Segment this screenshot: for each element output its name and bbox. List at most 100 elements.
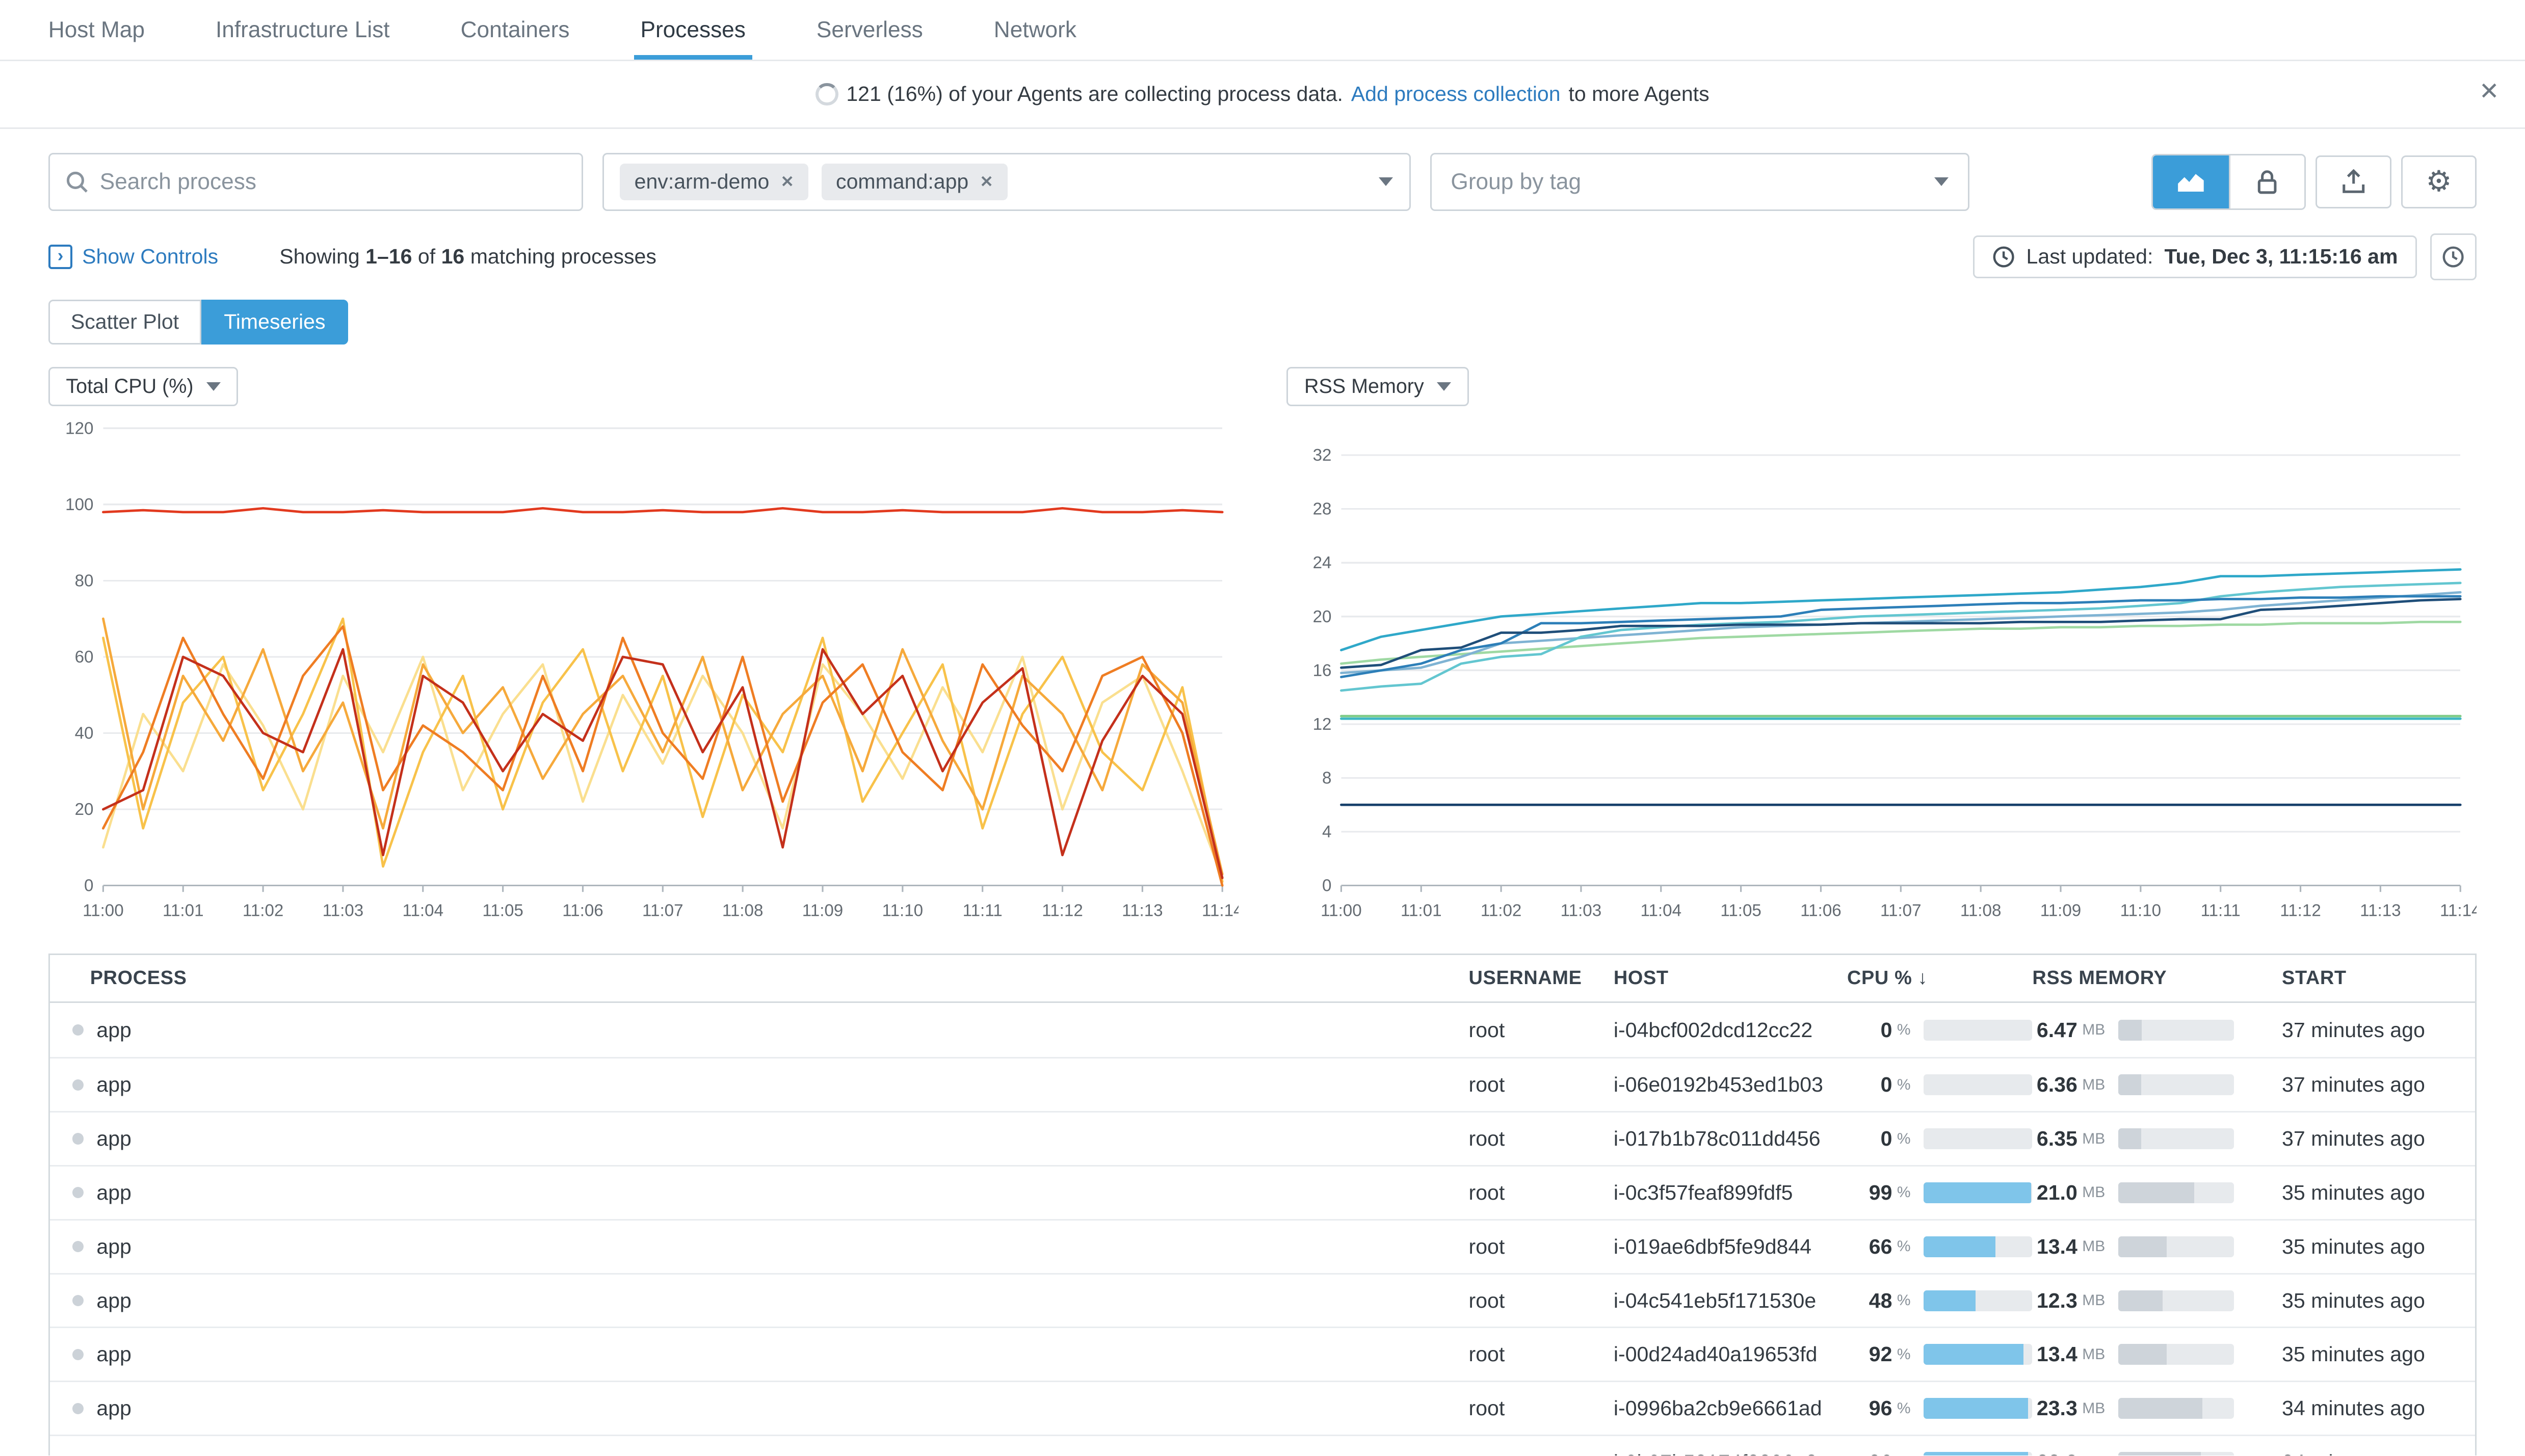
table-row[interactable]: approoti-0c3f57feaf899fdf599%21.0MB35 mi… (50, 1165, 2475, 1219)
username-cell: root (1469, 1018, 1614, 1042)
nav-item-host-map[interactable]: Host Map (13, 0, 180, 60)
column-header-rss-memory[interactable]: RSS MEMORY (2032, 967, 2282, 989)
process-cell: app (50, 1450, 1469, 1455)
svg-text:20: 20 (1313, 607, 1332, 626)
column-header-host[interactable]: HOST (1614, 967, 1847, 989)
cpu-bar (1924, 1290, 2032, 1311)
rss: 22.8MB (2032, 1450, 2282, 1455)
settings-button[interactable]: ⚙ (2401, 155, 2477, 208)
svg-text:11:12: 11:12 (2280, 902, 2322, 920)
svg-text:11:06: 11:06 (1801, 902, 1842, 920)
cpu-chart-panel: Total CPU (%) 02040608010012011:0011:011… (48, 367, 1239, 928)
nav-item-serverless[interactable]: Serverless (781, 0, 958, 60)
memory-chart-panel: RSS Memory 04812162024283211:0011:0111:0… (1286, 367, 2477, 928)
cpu: 96% (1847, 1450, 2032, 1455)
process-name: app (96, 1450, 131, 1455)
start-cell: 37 minutes ago (2282, 1073, 2475, 1097)
svg-text:11:07: 11:07 (1880, 902, 1922, 920)
remove-tag-icon[interactable]: ✕ (980, 172, 993, 191)
banner-suffix: to more Agents (1568, 82, 1709, 106)
process-status-dot (72, 1403, 84, 1414)
show-controls-label: Show Controls (82, 245, 218, 269)
rss-bar (2118, 1398, 2234, 1419)
svg-text:11:08: 11:08 (722, 902, 764, 920)
tag-pill: env:arm-demo✕ (620, 164, 808, 200)
export-button[interactable] (2316, 155, 2391, 208)
process-status-dot (72, 1187, 84, 1198)
rss-value: 6.35 (2032, 1127, 2077, 1151)
nav-item-processes[interactable]: Processes (605, 0, 781, 60)
column-header-cpu-[interactable]: CPU % ↓ (1847, 967, 2032, 989)
cpu-value: 66 (1847, 1235, 1892, 1259)
rss-unit: MB (2082, 1184, 2105, 1201)
cpu-timeseries-chart[interactable]: 02040608010012011:0011:0111:0211:0311:04… (48, 415, 1239, 928)
nav-item-network[interactable]: Network (958, 0, 1112, 60)
rss: 12.3MB (2032, 1289, 2282, 1313)
host-cell: i-0b97b58174f8206a8 (1614, 1450, 1847, 1455)
memory-metric-label: RSS Memory (1304, 375, 1424, 398)
table-row[interactable]: approoti-0996ba2cb9e6661ad96%23.3MB34 mi… (50, 1381, 2475, 1435)
chevron-down-icon (206, 382, 221, 391)
svg-text:11:14: 11:14 (2440, 902, 2477, 920)
timeseries-tab[interactable]: Timeseries (201, 300, 348, 345)
memory-timeseries-chart[interactable]: 04812162024283211:0011:0111:0211:0311:04… (1286, 415, 2477, 928)
nav-item-infrastructure-list[interactable]: Infrastructure List (180, 0, 426, 60)
column-header-process[interactable]: PROCESS (50, 967, 1469, 989)
table-row[interactable]: approoti-04c541eb5f171530e48%12.3MB35 mi… (50, 1273, 2475, 1327)
show-controls-link[interactable]: › Show Controls (48, 245, 218, 269)
table-row[interactable]: approoti-017b1b78c011dd4560%6.35MB37 min… (50, 1111, 2475, 1165)
tag-pill: command:app✕ (822, 164, 1008, 200)
search-process-box[interactable] (48, 153, 583, 211)
cpu-bar (1924, 1398, 2032, 1419)
scatter-plot-tab[interactable]: Scatter Plot (48, 300, 201, 345)
tag-filter-dropdown[interactable]: env:arm-demo✕ command:app✕ (602, 153, 1411, 211)
table-row[interactable]: approoti-06e0192b453ed1b030%6.36MB37 min… (50, 1057, 2475, 1111)
rss-value: 13.4 (2032, 1235, 2077, 1259)
close-icon[interactable]: ✕ (2479, 77, 2500, 105)
nav-item-containers[interactable]: Containers (425, 0, 605, 60)
process-name: app (96, 1342, 131, 1366)
svg-text:11:07: 11:07 (642, 902, 683, 920)
username-cell: root (1469, 1127, 1614, 1151)
column-header-start[interactable]: START (2282, 967, 2475, 989)
search-input[interactable] (100, 169, 565, 195)
process-status-dot (72, 1295, 84, 1306)
process-table: PROCESSUSERNAMEHOSTCPU % ↓RSS MEMORYSTAR… (48, 954, 2477, 1455)
svg-text:100: 100 (65, 495, 93, 514)
table-row[interactable]: approoti-0b97b58174f8206a896%22.8MB34 mi… (50, 1435, 2475, 1455)
svg-text:11:11: 11:11 (962, 902, 1002, 920)
chevron-down-icon (1437, 382, 1451, 391)
cpu: 0% (1847, 1018, 2032, 1042)
lock-view-button[interactable] (2229, 155, 2304, 208)
process-cell: app (50, 1181, 1469, 1205)
metric-selector-cpu[interactable]: Total CPU (%) (48, 367, 239, 406)
process-cell: app (50, 1073, 1469, 1097)
svg-text:11:13: 11:13 (1122, 902, 1163, 920)
column-header-username[interactable]: USERNAME (1469, 967, 1614, 989)
rss: 13.4MB (2032, 1235, 2282, 1259)
remove-tag-icon[interactable]: ✕ (780, 172, 794, 191)
process-name: app (96, 1396, 131, 1420)
svg-text:11:08: 11:08 (1960, 902, 2002, 920)
rss-bar (2118, 1344, 2234, 1365)
svg-text:0: 0 (84, 877, 93, 895)
svg-text:11:02: 11:02 (1481, 902, 1522, 920)
timeseries-view-button[interactable] (2153, 155, 2228, 208)
refresh-history-button[interactable] (2430, 233, 2477, 280)
add-process-collection-link[interactable]: Add process collection (1351, 82, 1561, 106)
metric-selector-memory[interactable]: RSS Memory (1286, 367, 1468, 406)
chart-toolbar: ⚙ (2151, 154, 2477, 210)
cpu: 99% (1847, 1181, 2032, 1205)
process-status-dot (72, 1133, 84, 1144)
cpu-metric-label: Total CPU (%) (66, 375, 193, 398)
rss-bar (2118, 1020, 2234, 1041)
search-icon (66, 171, 88, 193)
table-row[interactable]: approoti-04bcf002dcd12cc220%6.47MB37 min… (50, 1003, 2475, 1057)
cpu-value: 96 (1847, 1396, 1892, 1420)
banner-message: 121 (16%) of your Agents are collecting … (846, 82, 1343, 106)
charts-section: Total CPU (%) 02040608010012011:0011:011… (0, 345, 2525, 928)
table-row[interactable]: approoti-019ae6dbf5fe9d84466%13.4MB35 mi… (50, 1219, 2475, 1273)
table-row[interactable]: approoti-00d24ad40a19653fd92%13.4MB35 mi… (50, 1327, 2475, 1381)
results-summary: Showing 1–16 of 16 matching processes (279, 245, 656, 269)
group-by-tag-dropdown[interactable]: Group by tag (1430, 153, 1969, 211)
